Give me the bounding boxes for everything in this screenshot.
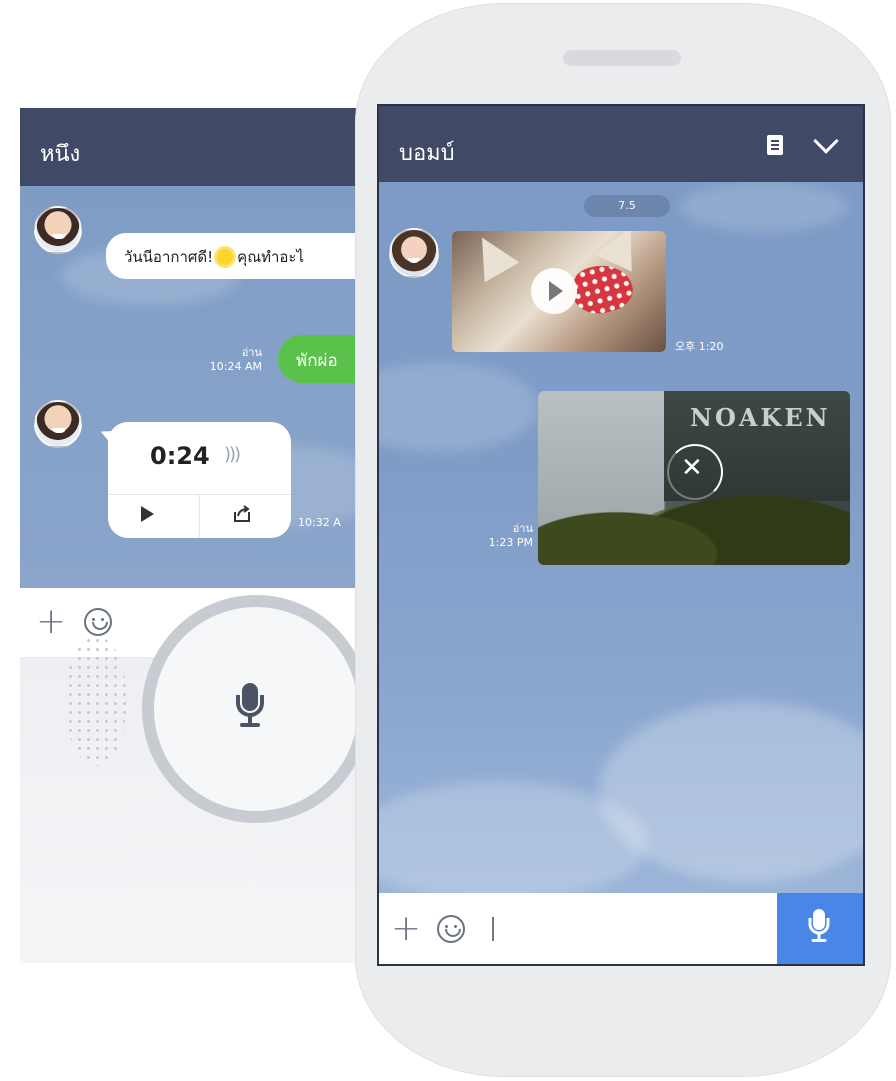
record-button[interactable] — [142, 595, 370, 823]
message-text: พักผ่อ — [296, 351, 338, 371]
thumbnail-detail — [464, 231, 520, 283]
front-chat-area[interactable]: 7.5 오후 1:20 อ่าน 1:23 PM NOAKEN ✕ — [379, 182, 863, 893]
voice-message-card: 0:24 ))) — [108, 422, 291, 538]
back-chat-header: หนึง — [20, 108, 380, 186]
voice-duration: 0:24 — [150, 442, 210, 470]
read-time: 1:23 PM — [488, 536, 533, 549]
sun-emoji-icon — [217, 249, 234, 265]
message-time: 오후 1:20 — [675, 340, 724, 353]
cloud-decoration — [379, 362, 539, 452]
read-label: อ่าน — [512, 522, 533, 535]
smiley-icon[interactable] — [437, 915, 465, 943]
app-promo-stage: หนึง วันนีอากาศดี! คุณทำอะไ อ่าน 10:24 AM… — [0, 0, 896, 1081]
back-chat-title: หนึง — [40, 142, 81, 167]
front-chat-screen: บอมบ์ 7.5 오후 1:20 อ่าน 1:23 PM NOAKEN ✕ … — [377, 104, 865, 966]
avatar[interactable] — [34, 400, 82, 448]
play-icon[interactable] — [141, 506, 154, 522]
share-icon[interactable] — [232, 504, 252, 524]
read-time: 10:24 AM — [209, 360, 262, 373]
front-chat-header: บอมบ์ — [379, 106, 863, 182]
video-message-cat[interactable] — [452, 231, 666, 352]
read-receipt: อ่าน 1:23 PM — [477, 522, 533, 550]
date-separator: 7.5 — [584, 195, 670, 217]
divider — [199, 494, 200, 538]
message-time: 10:32 A — [298, 516, 341, 529]
dot-pattern-decoration — [66, 636, 126, 766]
chevron-down-icon[interactable] — [813, 128, 839, 154]
thumbnail-sign-text: NOAKEN — [690, 403, 831, 432]
avatar[interactable] — [34, 206, 82, 254]
video-message-sending[interactable]: NOAKEN ✕ — [538, 391, 850, 565]
message-bubble-weather[interactable]: วันนีอากาศดี! คุณทำอะไ — [106, 233, 380, 279]
front-input-bar: + — [379, 893, 863, 964]
smiley-icon[interactable] — [84, 608, 112, 636]
phone-speaker — [563, 50, 681, 66]
play-icon[interactable] — [531, 268, 577, 314]
front-chat-title: บอมบ์ — [399, 141, 455, 166]
close-icon[interactable]: ✕ — [681, 455, 703, 481]
cloud-decoration — [679, 182, 849, 232]
read-label: อ่าน — [241, 346, 262, 359]
back-chat-area[interactable]: วันนีอากาศดี! คุณทำอะไ อ่าน 10:24 AM พักผ… — [20, 186, 380, 588]
avatar[interactable] — [389, 228, 439, 278]
note-icon[interactable] — [767, 135, 783, 155]
plus-icon[interactable]: + — [391, 911, 421, 947]
microphone-button[interactable] — [777, 893, 863, 964]
plus-icon[interactable]: + — [36, 604, 66, 640]
message-text: คุณทำอะไ — [237, 248, 305, 266]
back-chat-screen: หนึง วันนีอากาศดี! คุณทำอะไ อ่าน 10:24 AM… — [20, 108, 380, 963]
sound-wave-icon: ))) — [224, 444, 241, 465]
read-receipt: อ่าน 10:24 AM — [198, 346, 262, 374]
message-input[interactable] — [492, 917, 494, 941]
message-text: วันนีอากาศดี! — [124, 248, 214, 266]
